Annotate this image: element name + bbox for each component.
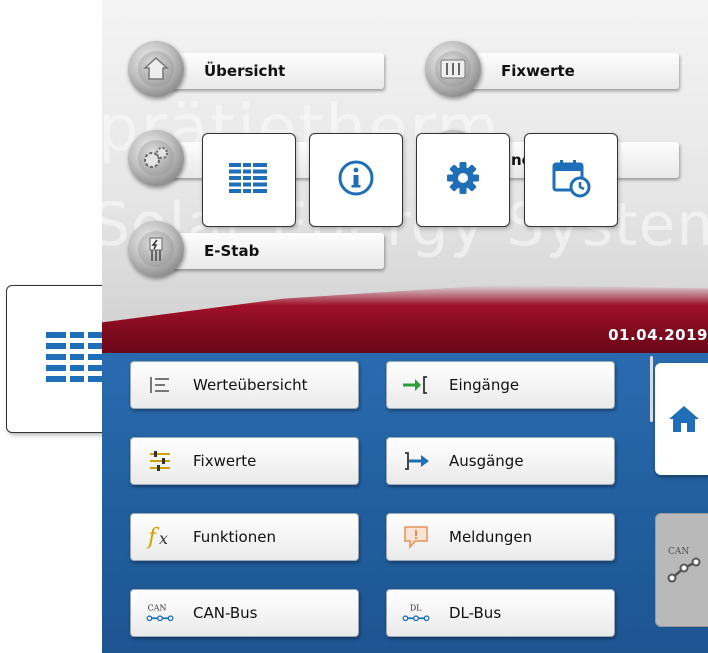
message-alert-icon [401,523,431,551]
fixed-values-icon [145,447,175,475]
svg-text:CAN: CAN [668,547,689,557]
menu-label: Übersicht [204,62,286,80]
info-icon [337,159,375,201]
svg-text:f: f [146,525,160,550]
nav-label: CAN-Bus [193,604,258,622]
list-icon [229,163,269,197]
input-arrow-icon [401,371,431,399]
gear-icon [444,159,482,201]
panel-divider [650,356,653,422]
gears-icon [128,130,184,186]
svg-text:x: x [159,529,168,548]
nav-werteuebersicht-button[interactable]: Werteübersicht [130,361,359,409]
nav-can-bus-button[interactable]: CAN CAN-Bus [130,589,359,637]
nav-label: Ausgänge [449,452,524,470]
calendar-clock-icon [551,158,591,202]
top-menu-panel: prätietherm Solar Energy Systems Übersic… [102,0,708,353]
sliders-icon [425,41,481,97]
menu-label: Fixwerte [501,62,575,80]
menu-uebersicht-button[interactable]: Übersicht [128,41,384,97]
house-pipe-icon [128,41,184,97]
menu-label: E-Stab [204,242,260,260]
quick-list-button[interactable] [202,133,296,227]
svg-text:DL: DL [410,603,422,612]
nav-dl-bus-button[interactable]: DL DL-Bus [386,589,615,637]
menu-estab-button[interactable]: E-Stab [128,221,384,277]
nav-fixwerte-button[interactable]: Fixwerte [130,437,359,485]
nav-label: Meldungen [449,528,533,546]
date-display: 01.04.2019 [608,326,708,344]
output-arrow-icon [401,447,431,475]
menu-fixwerte-button[interactable]: Fixwerte [425,41,679,97]
quick-calendar-button[interactable] [524,133,618,227]
nav-meldungen-button[interactable]: Meldungen [386,513,615,561]
nav-ausgaenge-button[interactable]: Ausgänge [386,437,615,485]
nav-funktionen-button[interactable]: fx Funktionen [130,513,359,561]
device-screen: prätietherm Solar Energy Systems Übersic… [102,0,708,653]
nav-label: Fixwerte [193,452,257,470]
quick-info-button[interactable] [309,133,403,227]
function-fx-icon: fx [145,523,175,551]
svg-text:CAN: CAN [148,603,167,612]
heating-rod-icon [128,221,184,277]
side-home-button[interactable] [655,363,708,475]
dl-bus-icon: DL [401,599,431,627]
nav-label: Funktionen [193,528,276,546]
nav-label: Eingänge [449,376,520,394]
can-bus-icon: CAN [145,599,175,627]
nav-eingaenge-button[interactable]: Eingänge [386,361,615,409]
quick-settings-button[interactable] [416,133,510,227]
can-network-icon: CAN [666,544,706,590]
nav-label: Werteübersicht [193,376,308,394]
nav-label: DL-Bus [449,604,502,622]
side-can-button[interactable]: CAN [655,513,708,627]
home-icon [667,403,701,439]
value-list-icon [145,371,175,399]
